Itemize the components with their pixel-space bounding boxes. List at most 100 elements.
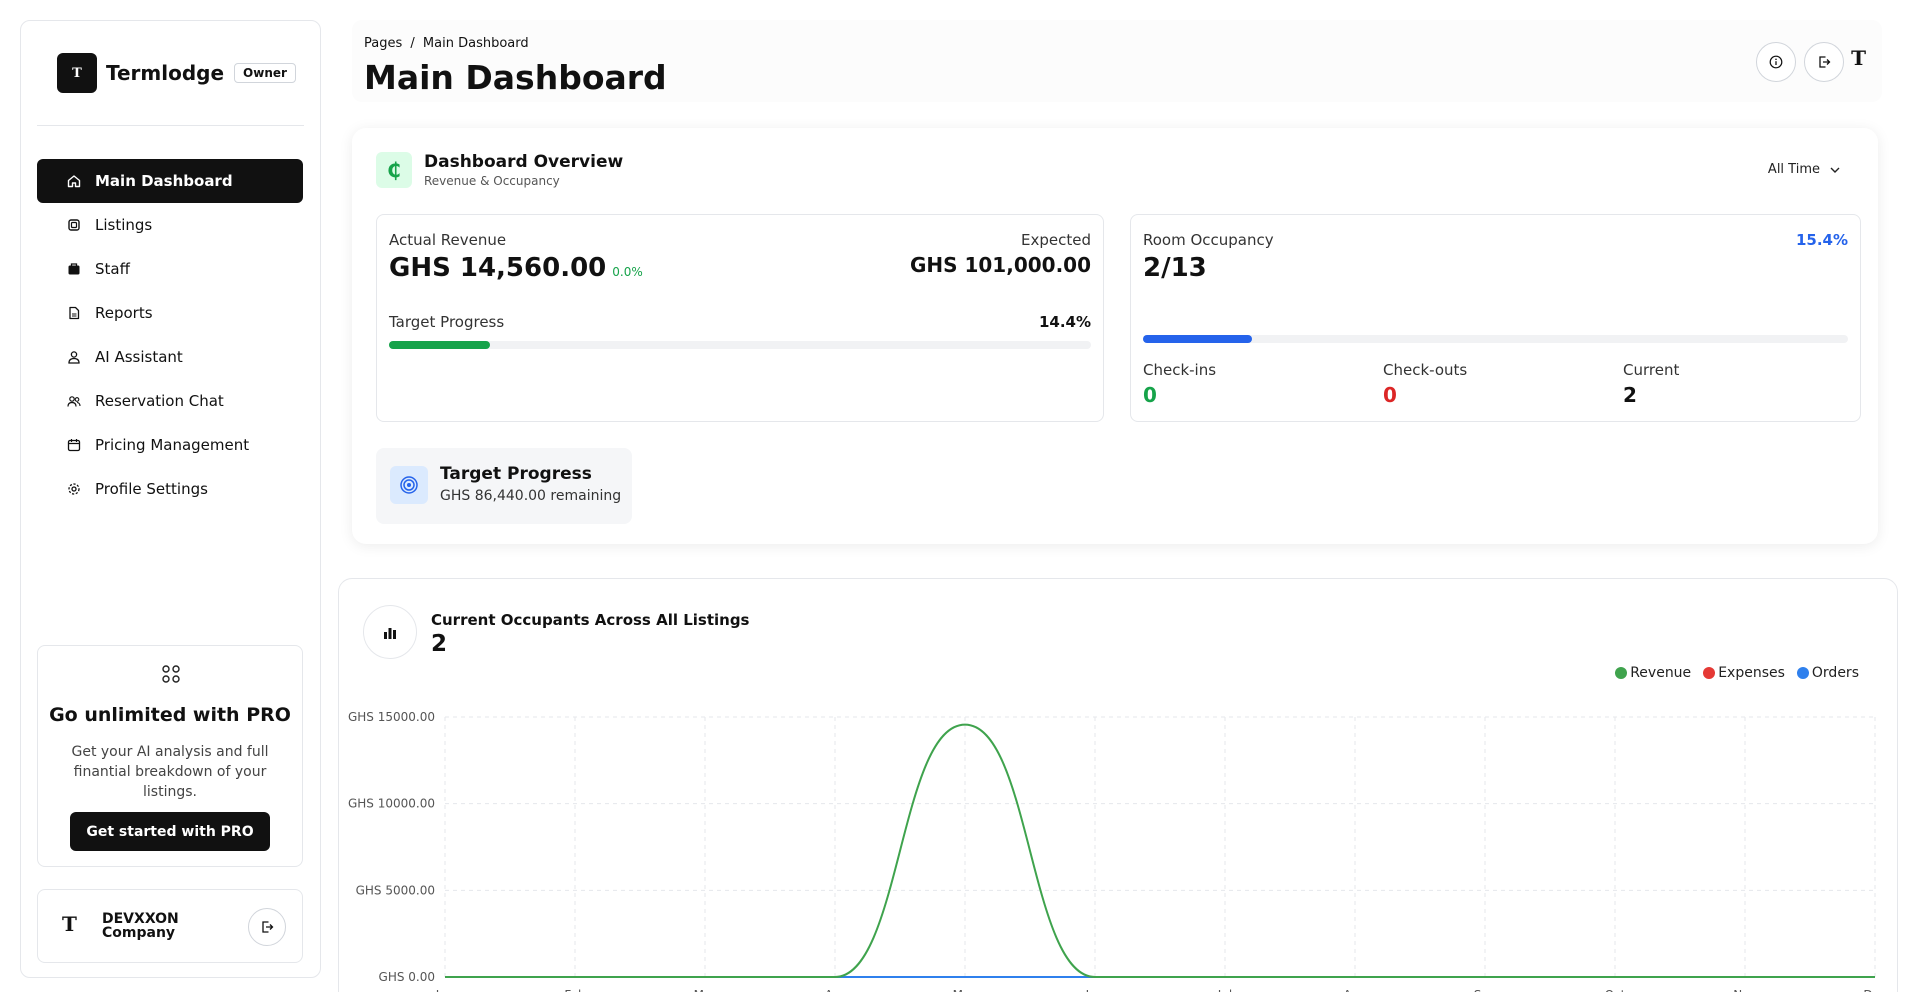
checkouts-value: 0	[1383, 383, 1397, 407]
breadcrumb: Pages / Main Dashboard	[364, 36, 533, 51]
overview-subtitle: Revenue & Occupancy	[424, 174, 560, 188]
current-value: 2	[1623, 383, 1637, 407]
y-tick-label: GHS 10000.00	[348, 797, 435, 811]
avatar: T	[62, 912, 77, 936]
sidebar-item-listings[interactable]: Listings	[37, 203, 303, 247]
sidebar-item-label: AI Assistant	[95, 348, 183, 366]
chevron-down-icon	[1830, 167, 1840, 173]
x-tick-label: Sep	[1474, 988, 1497, 992]
sidebar-item-label: Listings	[95, 216, 153, 234]
x-tick-label: Feb	[564, 988, 585, 992]
target-progress-bar	[389, 341, 1091, 349]
x-tick-label: Jan	[435, 988, 455, 992]
actual-revenue-label: Actual Revenue	[389, 231, 507, 249]
sidebar-item-label: Main Dashboard	[95, 172, 233, 190]
user-icon	[67, 350, 81, 364]
sidebar-item-label: Profile Settings	[95, 480, 208, 498]
x-tick-label: May	[953, 988, 978, 992]
sidebar-nav: Main Dashboard Listings Staff Reports AI…	[37, 159, 303, 511]
x-tick-label: Nov	[1733, 988, 1756, 992]
checkins-label: Check-ins	[1143, 361, 1217, 379]
x-tick-label: Oct	[1605, 988, 1626, 992]
checkouts-stat: Check-outs 0	[1383, 361, 1467, 407]
target-progress-percent: 14.4%	[1038, 313, 1091, 331]
y-tick-label: GHS 5000.00	[356, 883, 435, 897]
logout-button[interactable]	[248, 908, 286, 946]
pro-title: Go unlimited with PRO	[49, 704, 291, 726]
grid-dots-icon	[162, 665, 180, 683]
revenue-card: Actual Revenue GHS 14,560.00 0.0% Expecte…	[376, 214, 1104, 422]
sidebar-item-pricing-management[interactable]: Pricing Management	[37, 423, 303, 467]
page-header: Pages / Main Dashboard Main Dashboard T	[352, 20, 1882, 102]
gear-icon	[67, 482, 81, 496]
x-tick-label: Mar	[694, 988, 717, 992]
sidebar-item-staff[interactable]: Staff	[37, 247, 303, 291]
logout-icon	[262, 921, 274, 933]
x-tick-label: Dec	[1863, 988, 1886, 992]
logout-button[interactable]	[1804, 42, 1844, 82]
sidebar-item-label: Staff	[95, 260, 130, 278]
x-tick-label: Apr	[825, 988, 846, 992]
sidebar-item-ai-assistant[interactable]: AI Assistant	[37, 335, 303, 379]
sidebar: T Termlodge Owner Main Dashboard Listing…	[20, 20, 321, 978]
occupancy-bar	[1143, 335, 1848, 343]
sidebar-item-profile-settings[interactable]: Profile Settings	[37, 467, 303, 511]
cedi-icon: ₵	[376, 152, 412, 188]
target-progress-title: Target Progress	[440, 464, 592, 484]
user-name: DEVXXON Company	[102, 911, 179, 941]
users-icon	[67, 394, 81, 408]
brand-name: Termlodge	[106, 61, 225, 85]
sidebar-item-reservation-chat[interactable]: Reservation Chat	[37, 379, 303, 423]
sidebar-item-reports[interactable]: Reports	[37, 291, 303, 335]
checkins-stat: Check-ins 0	[1143, 361, 1216, 407]
listings-icon	[67, 218, 81, 232]
brand-logo: T	[57, 53, 97, 93]
sidebar-item-label: Reports	[95, 304, 153, 322]
x-tick-label: Jul	[1217, 988, 1232, 992]
occupancy-value: 2/13	[1143, 253, 1207, 283]
actual-revenue-value: GHS 14,560.00 0.0%	[389, 253, 643, 283]
current-stat: Current 2	[1623, 361, 1679, 407]
actual-revenue-amount: GHS 14,560.00	[389, 253, 607, 283]
file-icon	[67, 306, 81, 320]
sidebar-item-label: Pricing Management	[95, 436, 250, 454]
page-title: Main Dashboard	[364, 58, 667, 97]
sidebar-item-main-dashboard[interactable]: Main Dashboard	[37, 159, 303, 203]
overview-title: Dashboard Overview	[424, 152, 624, 172]
occupants-chart-card: Current Occupants Across All Listings 2 …	[338, 578, 1898, 992]
divider	[37, 125, 304, 126]
time-filter-value: All Time	[1767, 162, 1820, 177]
breadcrumb-current: Main Dashboard	[422, 36, 529, 51]
avatar[interactable]: T	[1851, 46, 1866, 70]
occupancy-percent: 15.4%	[1795, 231, 1848, 249]
expected-label: Expected	[1021, 231, 1091, 249]
pro-description: Get your AI analysis and full finantial …	[71, 744, 269, 800]
get-pro-button[interactable]: Get started with PRO	[70, 812, 270, 851]
time-filter-select[interactable]: All Time	[1768, 162, 1840, 177]
pro-upgrade-card: Go unlimited with PRO Get your AI analys…	[37, 645, 303, 867]
occupancy-fill	[1143, 335, 1252, 343]
role-badge: Owner	[234, 63, 296, 83]
app: T Termlodge Owner Main Dashboard Listing…	[0, 0, 1918, 992]
checkins-value: 0	[1143, 383, 1157, 407]
staff-icon	[67, 262, 81, 276]
info-button[interactable]	[1756, 42, 1796, 82]
y-tick-label: GHS 0.00	[379, 970, 435, 984]
brand[interactable]: T Termlodge Owner	[57, 53, 296, 93]
x-tick-label: Aug	[1343, 988, 1366, 992]
target-progress-fill	[389, 341, 491, 349]
room-occupancy-label: Room Occupancy	[1143, 231, 1274, 249]
target-progress-card: Target Progress GHS 86,440.00 remaining	[376, 448, 632, 524]
occupancy-card: Room Occupancy 15.4% 2/13 Check-ins 0 Ch…	[1130, 214, 1861, 422]
current-label: Current	[1623, 361, 1680, 379]
revenue-change-badge: 0.0%	[612, 265, 643, 279]
info-icon	[1769, 55, 1783, 69]
breadcrumb-separator: /	[410, 36, 415, 51]
logout-icon	[1819, 56, 1831, 68]
home-icon	[67, 174, 81, 188]
sidebar-item-label: Reservation Chat	[95, 392, 224, 410]
calendar-icon	[67, 438, 81, 452]
target-progress-label: Target Progress	[389, 313, 505, 331]
breadcrumb-root[interactable]: Pages	[364, 36, 402, 51]
target-icon	[390, 466, 428, 504]
